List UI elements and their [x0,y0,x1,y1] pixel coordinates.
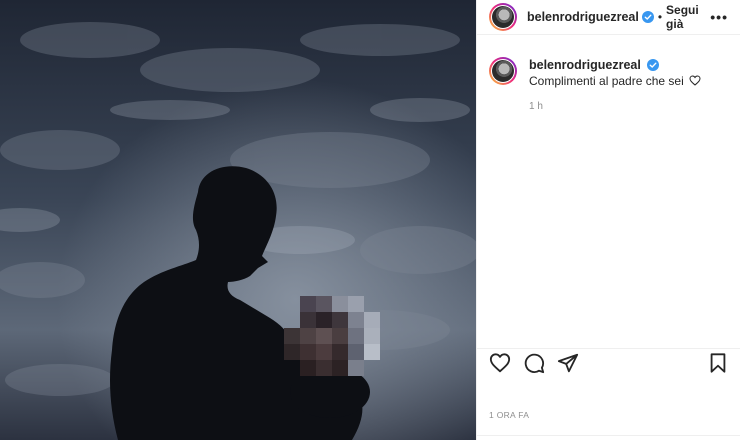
comment-bubble-icon[interactable] [523,352,545,374]
separator-dot: • [657,10,663,24]
avatar-image [492,6,514,28]
comment-avatar[interactable] [489,57,517,85]
action-bar [477,348,740,376]
avatar-image [492,60,514,82]
bookmark-icon[interactable] [707,352,729,374]
divider [477,435,740,440]
comment-username[interactable]: belenrodriguezreal [529,58,641,72]
caption-comment: belenrodriguezreal Complimenti al padre … [477,35,740,115]
comment-time[interactable]: 1 h [529,99,728,115]
more-options-button[interactable]: ••• [710,9,728,25]
comment-body: belenrodriguezreal Complimenti al padre … [529,57,728,115]
paper-plane-icon[interactable] [557,352,579,374]
photo-silhouette-image [0,0,476,440]
post-photo[interactable] [0,0,476,440]
heart-icon[interactable] [489,352,511,374]
comment-text: Complimenti al padre che sei [529,74,684,88]
avatar[interactable] [489,3,517,31]
following-button[interactable]: Segui già [666,3,710,31]
instagram-post: belenrodriguezreal • Segui già ••• belen… [0,0,740,440]
header-username[interactable]: belenrodriguezreal [527,10,639,24]
verified-badge-icon [641,11,654,23]
post-sidebar: belenrodriguezreal • Segui già ••• belen… [476,0,740,440]
white-heart-icon [689,75,701,86]
post-timestamp[interactable]: 1 ORA FA [489,410,529,420]
post-header: belenrodriguezreal • Segui già ••• [477,0,740,35]
verified-badge-icon [647,59,660,71]
